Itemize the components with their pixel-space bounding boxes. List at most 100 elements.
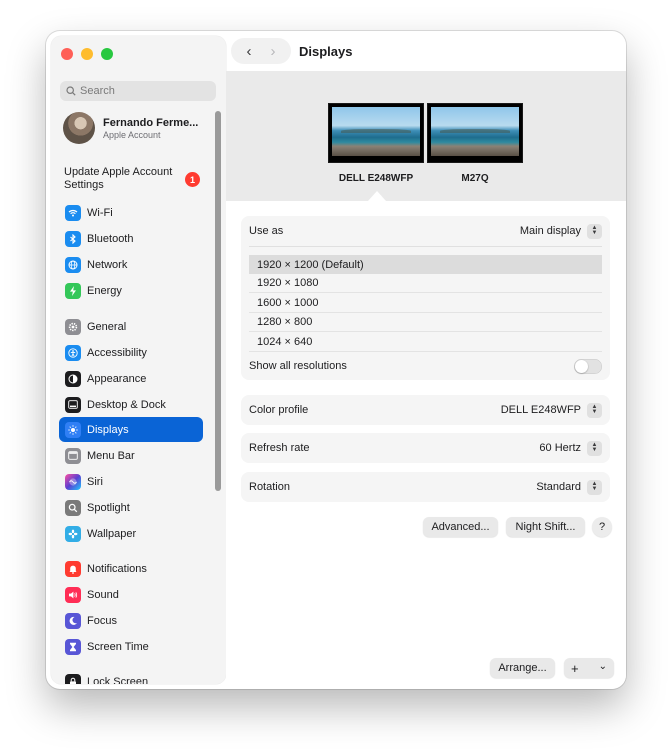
lock-icon	[65, 673, 81, 684]
sidebar-item-energy[interactable]: Energy	[59, 278, 203, 303]
sidebar-item-wallpaper[interactable]: Wallpaper	[59, 521, 203, 546]
resolution-option[interactable]: 1280 × 800	[249, 313, 602, 332]
sidebar-item-menu-bar[interactable]: Menu Bar	[59, 443, 203, 468]
sidebar-item-label: Wi-Fi	[87, 206, 113, 219]
sidebar-item-focus[interactable]: Focus	[59, 608, 203, 633]
refresh-rate-popup[interactable]: 60 Hertz ▲ ▼	[539, 440, 602, 456]
search-icon	[66, 86, 76, 96]
selected-display-indicator	[368, 191, 386, 201]
refresh-rate-value: 60 Hertz	[539, 442, 581, 454]
resolution-option[interactable]: 1024 × 640	[249, 333, 602, 352]
sidebar-item-label: Bluetooth	[87, 232, 134, 245]
sidebar-item-lock-screen[interactable]: Lock Screen	[59, 669, 203, 684]
menubar-icon	[65, 447, 81, 464]
sidebar-item-label: Appearance	[87, 372, 147, 385]
flower-icon	[65, 525, 81, 542]
rotation-card: Rotation Standard ▲ ▼	[241, 472, 610, 502]
monitor-label-m27q: M27Q	[461, 173, 489, 184]
navigation-buttons: ‹ ›	[231, 38, 291, 64]
sidebar-item-label: Notifications	[87, 562, 147, 575]
sidebar-item-label: Accessibility	[87, 346, 147, 359]
zoom-button[interactable]	[101, 48, 113, 60]
close-button[interactable]	[61, 48, 73, 60]
sidebar-item-notifications[interactable]: Notifications	[59, 556, 203, 581]
display-selector: DELL E248WFP M27Q	[226, 71, 626, 201]
chevron-updown-icon: ▲ ▼	[587, 402, 602, 418]
color-profile-popup[interactable]: DELL E248WFP ▲ ▼	[500, 402, 602, 418]
use-as-card: Use as Main display ▲ ▼ 1920 × 1200 (Defa…	[241, 216, 610, 380]
sidebar-item-accessibility[interactable]: Accessibility	[59, 340, 203, 365]
bell-icon	[65, 560, 81, 577]
display-settings: Use as Main display ▲ ▼ 1920 × 1200 (Defa…	[226, 201, 626, 689]
account-subtitle: Apple Account	[103, 129, 161, 140]
sidebar-item-network[interactable]: Network	[59, 252, 203, 277]
add-display-button[interactable]: + ⌄	[564, 658, 614, 678]
chevron-down-icon: ⌄	[598, 660, 607, 672]
show-all-resolutions-label: Show all resolutions	[249, 360, 347, 372]
refresh-rate-label: Refresh rate	[249, 442, 310, 454]
sidebar-item-label: Focus	[87, 614, 117, 627]
magnifier-icon	[65, 499, 81, 516]
back-button[interactable]: ‹	[247, 44, 252, 59]
monitor-dell-e248wfp[interactable]	[328, 103, 424, 163]
arrange-button[interactable]: Arrange...	[490, 658, 555, 678]
wifi-icon	[65, 204, 81, 221]
monitor-screen-preview	[332, 107, 420, 156]
sidebar-item-label: Sound	[87, 588, 119, 601]
apple-account[interactable]: Fernando Ferme... Apple Account	[63, 112, 198, 144]
resolution-option[interactable]: 1920 × 1080	[249, 274, 602, 293]
sidebar-item-displays[interactable]: Displays	[59, 417, 203, 442]
color-profile-card: Color profile DELL E248WFP ▲ ▼	[241, 395, 610, 425]
sidebar-item-label: Spotlight	[87, 501, 130, 514]
sidebar-item-label: Displays	[87, 423, 129, 436]
bolt-icon	[65, 282, 81, 299]
resolution-option[interactable]: 1600 × 1000	[249, 294, 602, 313]
chevron-updown-icon: ▲ ▼	[587, 479, 602, 495]
refresh-rate-card: Refresh rate 60 Hertz ▲ ▼	[241, 433, 610, 463]
rotation-value: Standard	[536, 481, 581, 493]
monitor-m27q[interactable]	[427, 103, 523, 163]
sidebar-item-general[interactable]: General	[59, 314, 203, 339]
night-shift-button[interactable]: Night Shift...	[506, 517, 585, 537]
sidebar-item-label: Screen Time	[87, 640, 149, 653]
sidebar-item-screen-time[interactable]: Screen Time	[59, 634, 203, 659]
sidebar-item-label: Siri	[87, 475, 103, 488]
monitor-label-dell: DELL E248WFP	[338, 173, 414, 184]
show-all-resolutions-toggle[interactable]	[574, 358, 602, 374]
update-badge: 1	[185, 172, 200, 187]
account-name: Fernando Ferme...	[103, 116, 199, 129]
sidebar-item-appearance[interactable]: Appearance	[59, 366, 203, 391]
sidebar-item-bluetooth[interactable]: Bluetooth	[59, 226, 203, 251]
sidebar-item-label: Menu Bar	[87, 449, 135, 462]
chevron-updown-icon: ▲ ▼	[587, 223, 602, 239]
color-profile-row: Color profile DELL E248WFP ▲ ▼	[249, 395, 602, 425]
window-controls	[61, 48, 113, 60]
sidebar-scrollbar[interactable]	[215, 111, 221, 491]
use-as-row: Use as Main display ▲ ▼	[249, 216, 602, 246]
rotation-label: Rotation	[249, 481, 290, 493]
globe-icon	[65, 256, 81, 273]
minimize-button[interactable]	[81, 48, 93, 60]
show-all-resolutions-row: Show all resolutions	[249, 354, 602, 378]
rotation-row: Rotation Standard ▲ ▼	[249, 472, 602, 502]
sidebar-item-wifi[interactable]: Wi-Fi	[59, 200, 203, 225]
sidebar-item-siri[interactable]: Siri	[59, 469, 203, 494]
advanced-button[interactable]: Advanced...	[423, 517, 498, 537]
sidebar-item-label: General	[87, 320, 127, 333]
color-profile-label: Color profile	[249, 404, 309, 416]
color-profile-value: DELL E248WFP	[500, 404, 581, 416]
toolbar: ‹ › Displays	[226, 31, 626, 71]
rotation-popup[interactable]: Standard ▲ ▼	[536, 479, 602, 495]
moon-icon	[65, 612, 81, 629]
help-button[interactable]: ?	[592, 517, 612, 537]
sidebar-item-spotlight[interactable]: Spotlight	[59, 495, 203, 520]
search-input[interactable]: Search	[60, 81, 216, 101]
sidebar-item-sound[interactable]: Sound	[59, 582, 203, 607]
refresh-rate-row: Refresh rate 60 Hertz ▲ ▼	[249, 433, 602, 463]
use-as-popup[interactable]: Main display ▲ ▼	[520, 223, 602, 239]
hourglass-icon	[65, 638, 81, 655]
sidebar-item-desktop-dock[interactable]: Desktop & Dock	[59, 392, 203, 417]
resolution-option-selected[interactable]: 1920 × 1200 (Default)	[249, 255, 602, 274]
sun-icon	[65, 421, 81, 438]
forward-button[interactable]: ›	[271, 44, 276, 59]
